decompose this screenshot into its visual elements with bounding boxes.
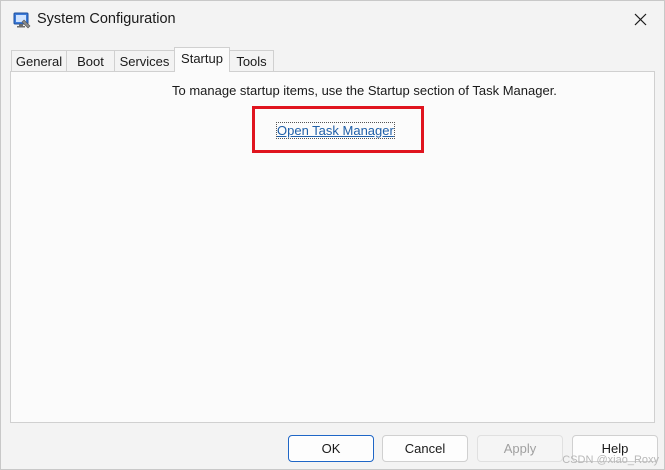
close-button[interactable] (618, 1, 664, 39)
close-icon (634, 13, 647, 26)
tab-tools[interactable]: Tools (229, 50, 274, 71)
watermark: CSDN @xiao_Roxy (562, 454, 659, 466)
title-bar[interactable]: System Configuration (1, 1, 664, 41)
tab-general[interactable]: General (11, 50, 67, 71)
tab-services[interactable]: Services (114, 50, 175, 71)
msconfig-icon (13, 12, 31, 29)
startup-panel: To manage startup items, use the Startup… (10, 71, 655, 423)
window-title: System Configuration (37, 11, 176, 27)
apply-button[interactable]: Apply (477, 435, 563, 462)
startup-instruction: To manage startup items, use the Startup… (172, 83, 557, 98)
ok-button[interactable]: OK (288, 435, 374, 462)
open-task-manager-link[interactable]: Open Task Manager (276, 122, 395, 139)
tab-startup[interactable]: Startup (174, 47, 230, 72)
cancel-button[interactable]: Cancel (382, 435, 468, 462)
tab-boot[interactable]: Boot (66, 50, 115, 71)
system-configuration-window: System Configuration General Boot Servic… (0, 0, 665, 470)
